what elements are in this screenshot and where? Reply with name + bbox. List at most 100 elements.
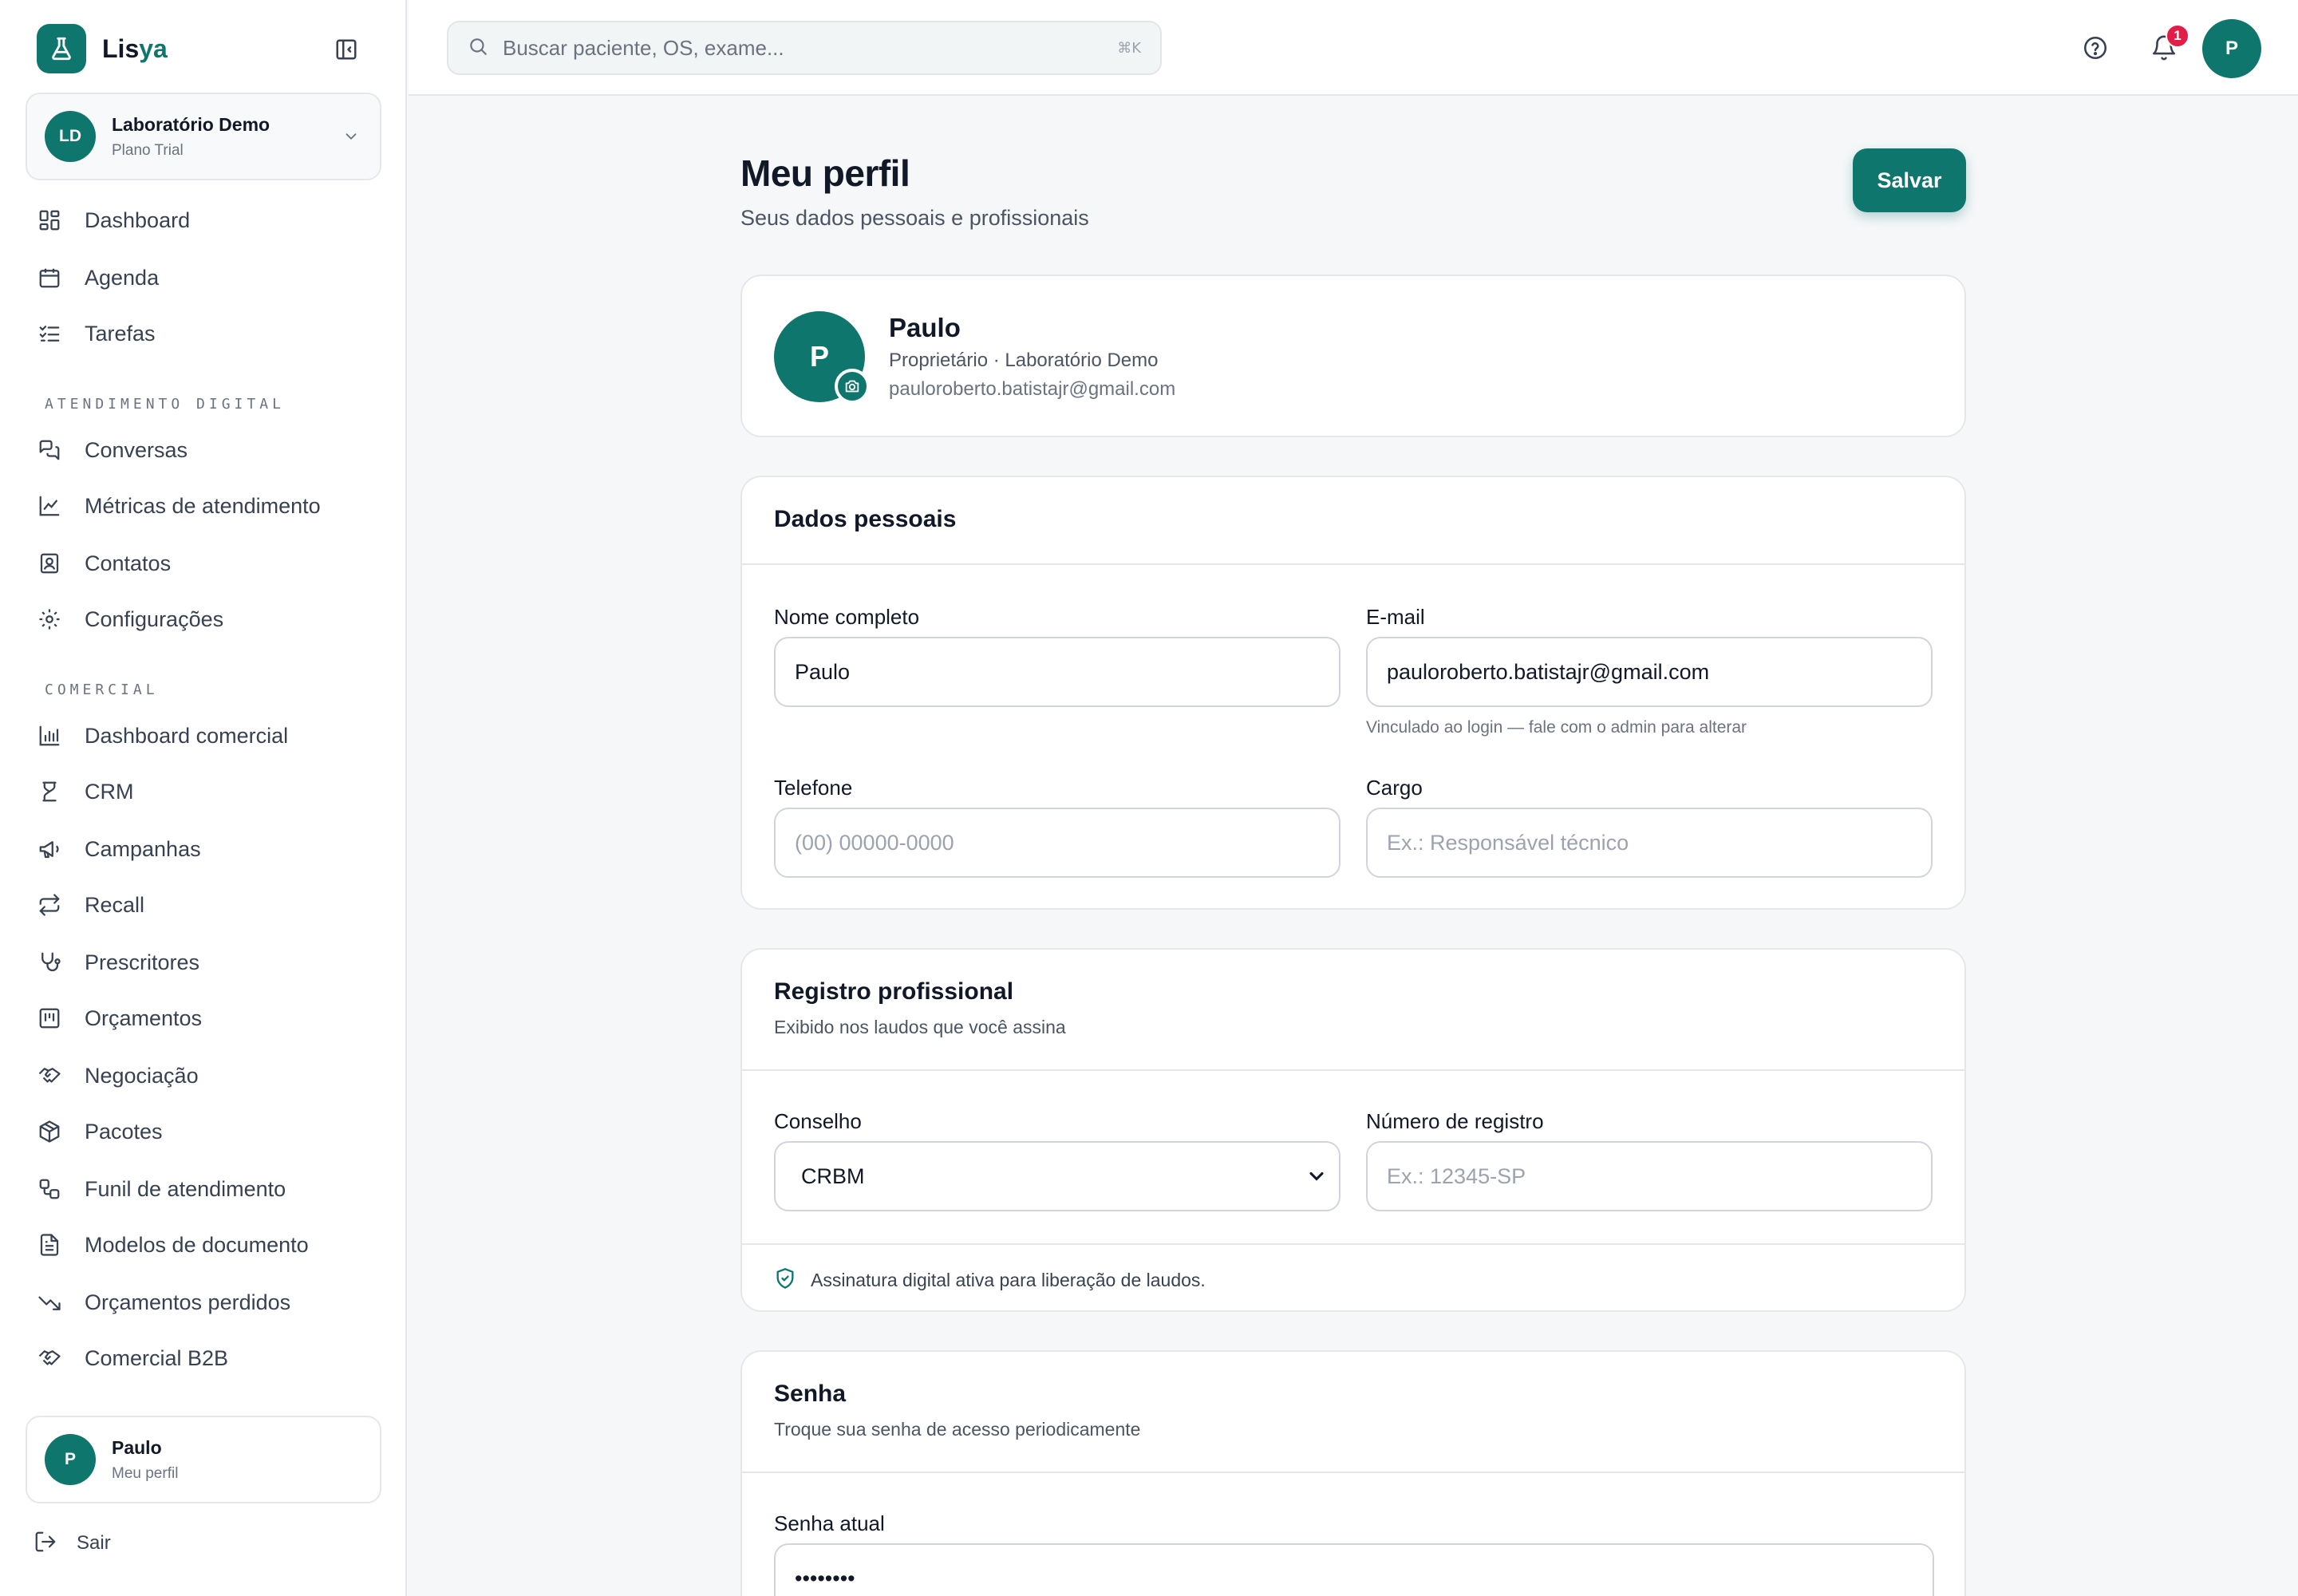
nav-item-pacotes[interactable]: Pacotes (34, 1109, 377, 1154)
contact-icon (34, 547, 65, 579)
receipt-icon (34, 1002, 65, 1034)
org-switcher[interactable]: LD Laboratório Demo Plano Trial (26, 93, 381, 180)
brand-name: Lisya (102, 34, 168, 63)
topbar-avatar[interactable]: P (2202, 19, 2261, 78)
email-label: E-mail (1366, 605, 1425, 629)
page-title: Meu perfil (740, 152, 910, 194)
phone-label: Telefone (774, 776, 853, 800)
job-title-input[interactable] (1366, 808, 1933, 878)
signature-note-text: Assinatura digital ativa para liberação … (811, 1270, 1206, 1290)
workflow-icon (34, 1173, 65, 1205)
senha-card-title: Senha (774, 1381, 847, 1407)
flask-logo-icon (37, 24, 86, 73)
search-input[interactable] (503, 35, 1118, 61)
user-avatar: P (45, 1434, 96, 1485)
personal-data-card: Dados pessoais Nome completo E-mail Vinc… (740, 476, 1966, 910)
chat-icon (34, 434, 65, 466)
email-hint: Vinculado ao login — fale com o admin pa… (1366, 718, 1747, 737)
profile-name: Paulo (889, 313, 961, 342)
notification-badge: 1 (2166, 24, 2189, 48)
senha-card-header: Senha Troque sua senha de acesso periodi… (742, 1352, 1964, 1473)
council-label: Conselho (774, 1109, 862, 1133)
profile-email: pauloroberto.batistajr@gmail.com (889, 378, 1176, 400)
registro-card-title: Registro profissional (774, 978, 1014, 1005)
nav-section-comercial: COMERCIAL (45, 681, 159, 698)
line-chart-icon (34, 490, 65, 522)
nav-section-digital: ATENDIMENTO DIGITAL (45, 396, 285, 413)
registro-card-header: Registro profissional Exibido nos laudos… (742, 950, 1964, 1071)
stethoscope-icon (34, 946, 65, 978)
phone-input[interactable] (774, 808, 1340, 878)
gear-icon (34, 603, 65, 635)
logout-icon (34, 1530, 57, 1558)
nav-item-agenda[interactable]: Agenda (34, 255, 377, 300)
nav-item-campanhas[interactable]: Campanhas (34, 827, 377, 871)
nav-item-dashboard[interactable]: Dashboard (34, 198, 377, 243)
signature-note: Assinatura digital ativa para liberação … (774, 1267, 1206, 1294)
full-name-label: Nome completo (774, 605, 920, 629)
grid-icon (34, 204, 65, 236)
job-title-label: Cargo (1366, 776, 1423, 800)
org-plan: Plano Trial (112, 141, 184, 159)
handshake-icon (34, 1342, 65, 1374)
collapse-sidebar-icon[interactable] (330, 34, 362, 65)
chevron-down-icon (340, 125, 362, 148)
trending-down-icon (34, 1286, 65, 1318)
current-password-label: Senha atual (774, 1511, 885, 1535)
nav-item-modelos[interactable]: Modelos de documento (34, 1223, 377, 1267)
registro-divider (742, 1243, 1964, 1245)
nav-item-configuracoes[interactable]: Configurações (34, 597, 377, 642)
registration-number-label: Número de registro (1366, 1109, 1544, 1133)
topbar: ⌘K 1 P (409, 0, 2298, 96)
sidebar: Lisya LD Laboratório Demo Plano Trial Da… (0, 0, 407, 1596)
save-button[interactable]: Salvar (1853, 148, 1966, 212)
bar-chart-icon (34, 720, 65, 752)
handshake-icon (34, 1060, 65, 1092)
user-profile-card[interactable]: P Paulo Meu perfil (26, 1416, 381, 1503)
page-subtitle: Seus dados pessoais e profissionais (740, 206, 1089, 230)
nav-item-metricas[interactable]: Métricas de atendimento (34, 484, 377, 528)
nav-item-negociacao[interactable]: Negociação (34, 1053, 377, 1098)
current-password-input[interactable] (774, 1543, 1934, 1596)
nav-item-dashboard-comercial[interactable]: Dashboard comercial (34, 713, 377, 758)
user-name: Paulo (112, 1436, 162, 1458)
crm-icon (34, 776, 65, 808)
logout-button[interactable]: Sair (34, 1521, 111, 1566)
nav-item-prescritores[interactable]: Prescritores (34, 940, 377, 985)
search-shortcut: ⌘K (1117, 39, 1141, 57)
nav-item-funil[interactable]: Funil de atendimento (34, 1167, 377, 1211)
profile-summary-card: P Paulo Proprietário · Laboratório Demo … (740, 275, 1966, 437)
nav-item-contatos[interactable]: Contatos (34, 541, 377, 586)
calendar-icon (34, 262, 65, 294)
document-icon (34, 1229, 65, 1261)
notifications-bell-icon[interactable]: 1 (2145, 24, 2189, 67)
password-card: Senha Troque sua senha de acesso periodi… (740, 1350, 1966, 1596)
nav-item-crm[interactable]: CRM (34, 769, 377, 814)
help-icon[interactable] (2076, 29, 2114, 67)
senha-card-desc: Troque sua senha de acesso periodicament… (774, 1419, 1141, 1440)
nav-item-conversas[interactable]: Conversas (34, 428, 377, 472)
full-name-input[interactable] (774, 637, 1340, 707)
brand[interactable]: Lisya (37, 24, 168, 73)
nav-item-orcamentos[interactable]: Orçamentos (34, 996, 377, 1041)
personal-card-title: Dados pessoais (774, 506, 957, 532)
email-input[interactable] (1366, 637, 1933, 707)
org-name: Laboratório Demo (112, 113, 270, 135)
user-profile-link: Meu perfil (112, 1464, 179, 1482)
registration-number-input[interactable] (1366, 1141, 1933, 1211)
package-icon (34, 1116, 65, 1148)
shield-check-icon (774, 1267, 796, 1294)
repeat-icon (34, 889, 65, 921)
nav-item-tarefas[interactable]: Tarefas (34, 311, 377, 356)
professional-registration-card: Registro profissional Exibido nos laudos… (740, 948, 1966, 1312)
camera-icon[interactable] (835, 369, 870, 404)
search-icon (468, 36, 488, 61)
nav-item-recall[interactable]: Recall (34, 883, 377, 927)
personal-card-header: Dados pessoais (742, 477, 1964, 565)
megaphone-icon (34, 833, 65, 865)
council-select[interactable]: CRBM (774, 1141, 1340, 1211)
nav-item-comercial-b2b[interactable]: Comercial B2B (34, 1336, 377, 1381)
registro-card-desc: Exibido nos laudos que você assina (774, 1017, 1066, 1037)
search-box[interactable]: ⌘K (447, 21, 1162, 75)
nav-item-orcamentos-perdidos[interactable]: Orçamentos perdidos (34, 1280, 377, 1325)
